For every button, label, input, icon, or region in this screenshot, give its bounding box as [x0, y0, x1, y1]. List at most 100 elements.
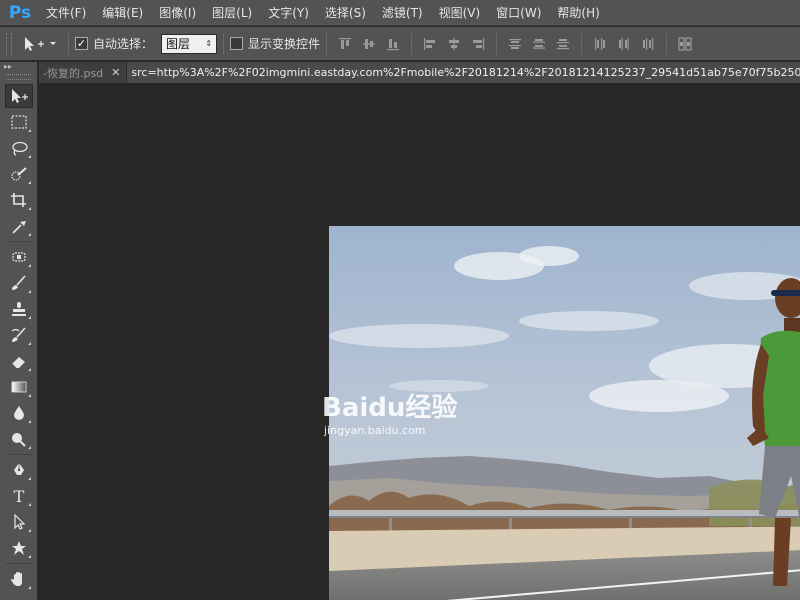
distribute-bottom-button[interactable] [551, 32, 575, 56]
options-separator [411, 32, 413, 55]
lasso-tool[interactable] [5, 136, 33, 160]
quick-select-tool[interactable] [5, 162, 33, 186]
pen-icon [14, 463, 24, 475]
eyedropper-icon [12, 221, 26, 234]
align-top-icon [339, 37, 352, 49]
type-tool[interactable]: T [5, 484, 33, 508]
distribute-vcenter-icon [533, 38, 546, 49]
options-bar-grip[interactable] [6, 32, 12, 55]
align-vcenter-button[interactable] [357, 32, 381, 56]
auto-select-value: 图层 [166, 37, 191, 51]
toolbox-collapse-icon[interactable]: ▸▸ [0, 62, 37, 74]
shape-icon [12, 541, 26, 555]
tool-flyout-indicator [28, 181, 31, 184]
align-top-button[interactable] [333, 32, 357, 56]
distribute-horizontal-group [588, 32, 660, 56]
stamp-icon [12, 302, 26, 316]
crop-tool[interactable] [5, 188, 33, 212]
hand-icon [11, 572, 22, 586]
toolbox-grip[interactable] [6, 74, 31, 80]
auto-select-checkbox[interactable] [75, 37, 88, 50]
align-bottom-button[interactable] [381, 32, 405, 56]
history-brush-tool[interactable] [5, 323, 33, 347]
dodge-tool[interactable] [5, 427, 33, 451]
eraser-tool[interactable] [5, 349, 33, 373]
options-separator [223, 32, 225, 55]
options-separator [666, 32, 668, 55]
blur-tool[interactable] [5, 401, 33, 425]
distribute-top-button[interactable] [503, 32, 527, 56]
move-tool[interactable] [5, 84, 33, 108]
tool-flyout-indicator [28, 264, 31, 267]
document-tab-recovered[interactable]: -恢复的.psd ✕ [39, 62, 128, 83]
path-select-tool[interactable] [5, 510, 33, 534]
menu-image[interactable]: 图像(I) [151, 0, 204, 26]
menu-type[interactable]: 文字(Y) [260, 0, 317, 26]
auto-align-icon [678, 36, 692, 51]
shape-tool[interactable] [5, 536, 33, 560]
tool-flyout-indicator [28, 233, 31, 236]
menu-view[interactable]: 视图(V) [431, 0, 489, 26]
move-icon [12, 89, 28, 103]
options-bar: 自动选择： 图层 ⇕ 显示变换控件 [0, 27, 800, 61]
tool-flyout-indicator [28, 477, 31, 480]
align-left-button[interactable] [418, 32, 442, 56]
tool-preset-picker[interactable] [22, 33, 62, 55]
photoshop-logo: Ps [8, 2, 32, 23]
gradient-tool[interactable] [5, 375, 33, 399]
pen-tool[interactable] [5, 458, 33, 482]
crop-icon [11, 193, 26, 207]
hand-tool[interactable] [5, 567, 33, 591]
bandage-icon [12, 252, 26, 262]
menu-select[interactable]: 选择(S) [317, 0, 374, 26]
marquee-tool[interactable] [5, 110, 33, 134]
distribute-vertical-group [503, 32, 575, 56]
toolbox-separator [5, 454, 32, 455]
menu-edit[interactable]: 编辑(E) [94, 0, 151, 26]
align-vcenter-icon [363, 38, 376, 49]
brush-tool[interactable] [5, 271, 33, 295]
align-left-icon [424, 37, 436, 50]
tool-flyout-indicator [28, 586, 31, 589]
distribute-top-icon [509, 38, 522, 49]
updown-arrows-icon: ⇕ [205, 38, 213, 48]
align-right-icon [473, 37, 485, 50]
eyedropper-tool[interactable] [5, 214, 33, 238]
distribute-left-button[interactable] [588, 32, 612, 56]
watermark-brand: Baidu经验 [322, 393, 458, 423]
watermark-url: jingyan.baidu.com [324, 424, 426, 437]
healing-tool[interactable] [5, 245, 33, 269]
arrow-icon [14, 514, 26, 530]
gradient-icon [11, 381, 27, 393]
menu-file[interactable]: 文件(F) [38, 0, 94, 26]
menu-window[interactable]: 窗口(W) [488, 0, 549, 26]
canvas-area[interactable]: Baidu经验 jingyan.baidu.com [39, 83, 800, 600]
options-separator [326, 32, 328, 55]
tool-flyout-indicator [28, 342, 31, 345]
options-separator [68, 32, 69, 55]
lasso-icon [12, 141, 28, 156]
distribute-right-button[interactable] [636, 32, 660, 56]
document-tab-bar: -恢复的.psd ✕ src=http%3A%2F%2F02imgmini.ea… [39, 62, 800, 83]
tool-flyout-indicator [28, 503, 31, 506]
tool-flyout-indicator [28, 420, 31, 423]
menu-layer[interactable]: 图层(L) [204, 0, 260, 26]
document-tab-label: -恢复的.psd [43, 66, 104, 80]
distribute-vcenter-button[interactable] [527, 32, 551, 56]
close-icon[interactable]: ✕ [111, 66, 120, 79]
menu-filter[interactable]: 滤镜(T) [374, 0, 431, 26]
distribute-hcenter-button[interactable] [612, 32, 636, 56]
align-right-button[interactable] [466, 32, 490, 56]
show-transform-label: 显示变换控件 [248, 37, 321, 51]
menu-help[interactable]: 帮助(H) [549, 0, 607, 26]
auto-align-button[interactable] [673, 32, 697, 56]
stamp-tool[interactable] [5, 297, 33, 321]
document-tab-current[interactable]: src=http%3A%2F%2F02imgmini.eastday.com%2… [127, 62, 800, 83]
tool-flyout-indicator [28, 529, 31, 532]
show-transform-checkbox[interactable] [230, 37, 244, 50]
align-hcenter-button[interactable] [442, 32, 466, 56]
options-separator [581, 32, 583, 55]
align-bottom-icon [387, 38, 400, 50]
tool-flyout-indicator [28, 446, 31, 449]
auto-select-dropdown[interactable]: 图层 ⇕ [161, 33, 218, 54]
